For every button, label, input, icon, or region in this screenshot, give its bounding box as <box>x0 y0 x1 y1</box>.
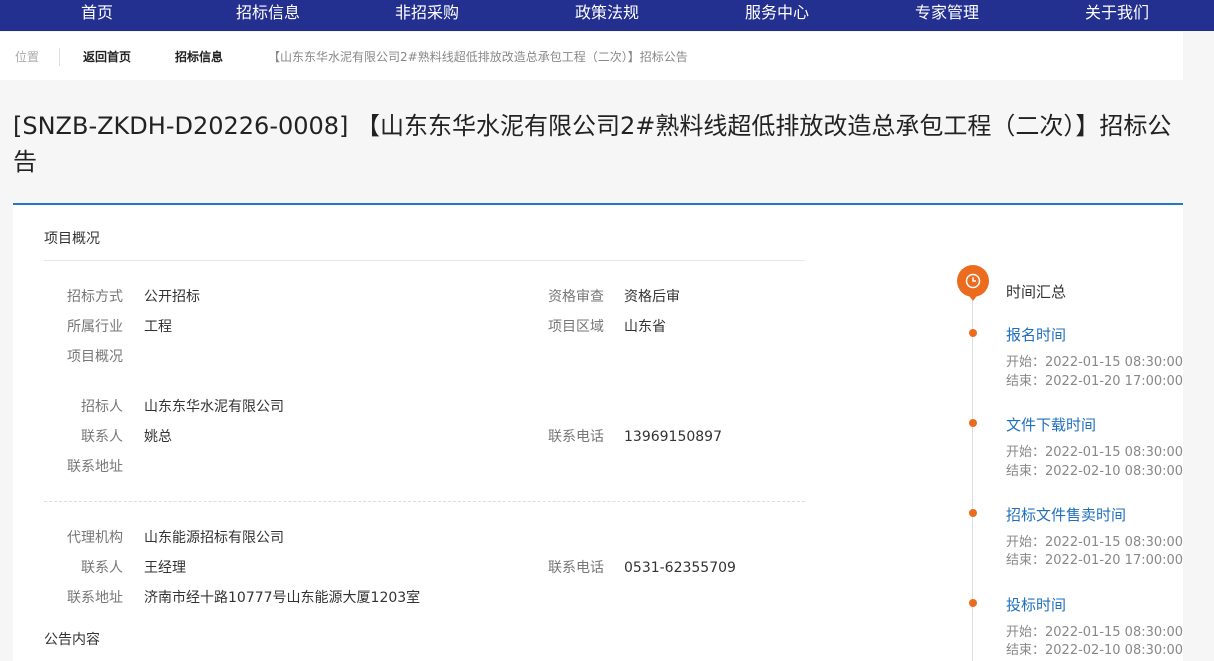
content-heading: 公告内容 <box>44 632 100 648</box>
timeline-item-end: 结束：2022-01-20 17:00:00 <box>1006 553 1184 568</box>
breadcrumb-category-link[interactable]: 招标信息 <box>175 49 223 65</box>
tenderer-label: 招标人 <box>81 399 123 415</box>
timeline-dot <box>969 509 977 517</box>
nav-home[interactable]: 首页 <box>81 2 113 24</box>
timeline-item-end: 结束：2022-02-10 08:30:00 <box>1006 643 1184 658</box>
agency-label: 代理机构 <box>67 530 123 546</box>
nav-expert-management[interactable]: 专家管理 <box>915 2 979 24</box>
breadcrumb-label: 位置 <box>15 50 40 64</box>
page-title: [SNZB-ZKDH-D20226-0008] 【山东东华水泥有限公司2#熟料线… <box>13 112 1172 176</box>
timeline-item-end: 结束：2022-02-10 08:30:00 <box>1006 464 1184 479</box>
clock-icon <box>957 265 989 301</box>
summary-label: 项目概况 <box>67 349 123 365</box>
timeline-item-title[interactable]: 招标文件售卖时间 <box>1006 505 1126 525</box>
tenderer-value: 山东东华水泥有限公司 <box>144 399 284 415</box>
address-label: 联系地址 <box>67 459 123 475</box>
phone-value: 13969150897 <box>624 429 722 445</box>
region-value: 山东省 <box>624 319 666 335</box>
overview-heading: 项目概况 <box>44 231 100 247</box>
timeline-heading: 时间汇总 <box>1006 283 1067 301</box>
region-label: 项目区域 <box>548 319 604 335</box>
agency-address-label: 联系地址 <box>67 590 123 606</box>
timeline-item-start: 开始：2022-01-15 08:30:00 <box>1006 355 1184 370</box>
agency-address-value: 济南市经十路10777号山东能源大厦1203室 <box>144 590 421 606</box>
timeline-item-title[interactable]: 投标时间 <box>1006 595 1066 615</box>
agency-contact-value: 王经理 <box>144 560 186 576</box>
timeline-dot <box>969 329 977 337</box>
nav-policy[interactable]: 政策法规 <box>575 2 639 24</box>
nav-tender-info[interactable]: 招标信息 <box>236 2 300 24</box>
agency-contact-label: 联系人 <box>81 560 123 576</box>
qualification-value: 资格后审 <box>624 289 680 305</box>
method-label: 招标方式 <box>67 289 123 305</box>
method-value: 公开招标 <box>144 289 200 305</box>
timeline-item-start: 开始：2022-01-15 08:30:00 <box>1006 625 1184 640</box>
breadcrumb-home-link[interactable]: 返回首页 <box>83 49 131 65</box>
timeline-item-title[interactable]: 文件下载时间 <box>1006 415 1096 435</box>
timeline-dot <box>969 599 977 607</box>
agency-value: 山东能源招标有限公司 <box>144 530 284 546</box>
breadcrumb: 位置 返回首页 招标信息 【山东东华水泥有限公司2#熟料线超低排放改造总承包工程… <box>0 32 1183 80</box>
timeline-dot <box>969 419 977 427</box>
contact-label: 联系人 <box>81 429 123 445</box>
phone-label: 联系电话 <box>548 429 604 445</box>
section-divider <box>44 501 805 502</box>
timeline-item-title[interactable]: 报名时间 <box>1006 325 1066 345</box>
agency-phone-label: 联系电话 <box>548 560 604 576</box>
breadcrumb-divider <box>59 48 60 66</box>
agency-phone-value: 0531-62355709 <box>624 560 736 576</box>
industry-label: 所属行业 <box>67 319 123 335</box>
detail-panel: 项目概况 招标方式 公开招标 资格审查 资格后审 所属行业 工程 项目区域 山东… <box>13 205 1183 661</box>
nav-non-tender-procurement[interactable]: 非招采购 <box>395 2 459 24</box>
qualification-label: 资格审查 <box>548 289 604 305</box>
nav-service-center[interactable]: 服务中心 <box>745 2 809 24</box>
overview-divider <box>44 260 805 261</box>
contact-value: 姚总 <box>144 429 172 445</box>
timeline-item-start: 开始：2022-01-15 08:30:00 <box>1006 535 1184 550</box>
top-navigation: 首页 招标信息 非招采购 政策法规 服务中心 专家管理 关于我们 <box>0 0 1214 31</box>
breadcrumb-current: 【山东东华水泥有限公司2#熟料线超低排放改造总承包工程（二次）】招标公告 <box>268 50 688 64</box>
industry-value: 工程 <box>144 319 172 335</box>
nav-about-us[interactable]: 关于我们 <box>1085 2 1149 24</box>
timeline-item-end: 结束：2022-01-20 17:00:00 <box>1006 374 1184 389</box>
timeline-item-start: 开始：2022-01-15 08:30:00 <box>1006 445 1184 460</box>
